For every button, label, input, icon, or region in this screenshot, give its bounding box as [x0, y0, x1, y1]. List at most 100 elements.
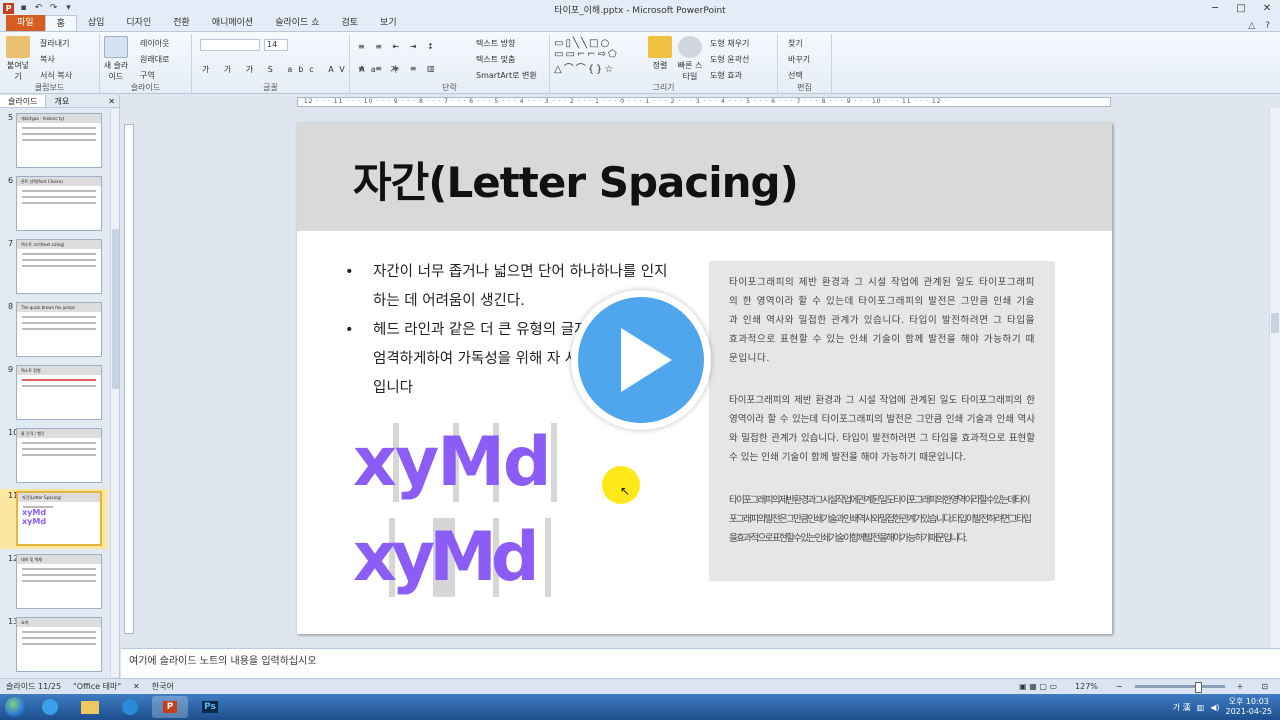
reset-button[interactable]: 원래대로 [140, 54, 169, 65]
edge-icon[interactable] [112, 696, 148, 718]
maximize-button[interactable]: □ [1228, 0, 1254, 16]
theme-name: "Office 테마" [73, 682, 122, 691]
replace-button[interactable]: 바꾸기 [788, 54, 810, 65]
tab-slides[interactable]: 슬라이드 [0, 95, 47, 107]
smartart-button[interactable]: SmartArt로 변환 [476, 70, 537, 81]
slide-title[interactable]: 자간(Letter Spacing) [353, 149, 799, 210]
powerpoint-icon[interactable]: P [152, 696, 188, 718]
quick-styles-button[interactable]: 빠른 스타일 [676, 36, 704, 82]
slide-thumbnail-selected[interactable]: 11 자간(Letter Spacing) xyMd xyMd [0, 489, 108, 549]
photoshop-icon[interactable]: Ps [192, 696, 228, 718]
zoom-out-icon[interactable]: − [1110, 682, 1129, 691]
slide-thumbnail[interactable]: 5 개요(typo - historic ty) [0, 111, 108, 171]
pane-close-icon[interactable]: ✕ [104, 95, 119, 107]
minimize-button[interactable]: ─ [1202, 0, 1228, 16]
slide-counter: 슬라이드 11/25 [6, 682, 62, 691]
start-button[interactable] [0, 694, 30, 720]
shapes-gallery[interactable]: ▭▯╲╲□○ ▭▭⌐⌐⇨⬠ △⌒⌒{}☆ [554, 38, 619, 75]
ribbon-tabs: 파일 홈 삽입 디자인 전환 애니메이션 슬라이드 쇼 검토 보기 △? [0, 15, 1280, 32]
volume-icon[interactable]: ◀) [1210, 703, 1219, 712]
view-buttons[interactable]: ▣ ▦ ▢ ▭ [1013, 682, 1063, 691]
font-name-input[interactable] [200, 39, 260, 51]
clipboard-label: 클립보드 [34, 83, 65, 92]
ribbon-minimize-icon[interactable]: △ [1248, 21, 1255, 31]
paragraph-wide-spacing: 타이포그래피의 제반 환경과 그 시설 작업에 관계된 일도 타이포그래피의 한… [729, 277, 1035, 364]
ribbon: 붙여넣기 잘라내기 복사 서식 복사 클립보드 새 슬라이드 레이아웃 원래대로… [0, 32, 1280, 94]
shape-effects-button[interactable]: 도형 효과 [710, 70, 742, 81]
tab-animations[interactable]: 애니메이션 [201, 15, 264, 31]
folder-icon[interactable] [72, 696, 108, 718]
new-slide-button[interactable]: 새 슬라이드 [102, 36, 130, 82]
zoom-slider[interactable] [1134, 682, 1225, 693]
paragraph-tight-spacing: 타이포그래피의제반환경과그시설작업에관계된일도타이포그래피의한영역이라할수있는데… [729, 495, 1032, 544]
clock[interactable]: 오후 10:03 2021-04-25 [1226, 697, 1273, 717]
slide-thumbnail[interactable]: 12 대비 및 색채 [0, 552, 108, 612]
slides-label: 슬라이드 [130, 83, 161, 92]
layout-button[interactable]: 레이아웃 [140, 38, 169, 49]
editor-scrollbar[interactable] [1269, 108, 1280, 648]
copy-button[interactable]: 복사 [40, 54, 55, 65]
tab-home[interactable]: 홈 [44, 15, 77, 31]
editing-label: 편집 [797, 83, 812, 92]
mouse-pointer-icon: ↖ [620, 484, 631, 498]
video-play-button[interactable] [571, 290, 711, 430]
font-label: 글꼴 [263, 83, 278, 92]
arrange-button[interactable]: 정렬 [646, 36, 674, 71]
drawing-label: 그리기 [652, 83, 675, 92]
slide-thumbnail[interactable]: 8 The quick brown fox jumps [0, 300, 108, 360]
slide-thumbnail[interactable]: 6 폰트 선택(font Choice) [0, 174, 108, 234]
close-button[interactable]: ✕ [1254, 0, 1280, 16]
paragraph-group: ≡ ≡ ⇤ ⇥ ↕ ≡ ≡ ≡ ≡ ▥ 텍스트 방향 텍스트 맞춤 SmartA… [350, 34, 550, 94]
font-size-input[interactable]: 14 [264, 39, 288, 51]
tab-file[interactable]: 파일 [6, 15, 45, 31]
spellcheck-icon[interactable]: ✕ [127, 682, 146, 691]
slide-thumbnail[interactable]: 13 요약 [0, 615, 108, 675]
ime-indicator[interactable]: 가 漢 [1173, 702, 1191, 713]
font-group: 14 가 가 가 S abc AV Aa 가 글꼴 [192, 34, 398, 94]
sample-text-box[interactable]: 타이포그래피의 제반 환경과 그 시설 작업에 관계된 일도 타이포그래피의 한… [709, 261, 1055, 581]
network-icon[interactable]: ▥ [1197, 703, 1205, 712]
notes-pane[interactable]: 여기에 슬라이드 노트의 내용을 입력하십시오 [121, 648, 1280, 678]
paragraph-normal-spacing: 타이포그래피의 제반 환경과 그 시설 작업에 관계된 일도 타이포그래피의 한… [729, 395, 1035, 463]
section-button[interactable]: 구역 [140, 70, 155, 81]
find-button[interactable]: 찾기 [788, 38, 803, 49]
text-direction-button[interactable]: 텍스트 방향 [476, 38, 515, 49]
title-bar: P ▪ ↶ ↷ ▾ 타이포_이해.pptx - Microsoft PowerP… [0, 0, 1280, 16]
select-button[interactable]: 선택 [788, 70, 803, 81]
sample-word-normal: xyMd [353, 423, 557, 502]
align-text-button[interactable]: 텍스트 맞춤 [476, 54, 515, 65]
tab-outline[interactable]: 개요 [46, 95, 77, 107]
thumbnails-scrollbar[interactable] [110, 109, 119, 677]
align-buttons[interactable]: ≡ ≡ ≡ ≡ ▥ [358, 64, 439, 73]
tab-insert[interactable]: 삽입 [77, 15, 116, 31]
status-bar: 슬라이드 11/25 "Office 테마" ✕ 한국어 ▣ ▦ ▢ ▭ 127… [0, 678, 1280, 694]
zoom-level[interactable]: 127% [1069, 682, 1104, 691]
paragraph-label: 단락 [442, 83, 457, 92]
editing-group: 찾기 바꾸기 선택 편집 [778, 34, 832, 94]
slide-thumbnail[interactable]: 10 줄 간격 / 행간 [0, 426, 108, 486]
ie-icon[interactable] [32, 696, 68, 718]
zoom-in-icon[interactable]: + [1231, 682, 1250, 691]
paste-button[interactable]: 붙여넣기 [4, 36, 32, 82]
tab-review[interactable]: 검토 [330, 15, 369, 31]
fit-slide-icon[interactable]: ⊡ [1255, 682, 1274, 691]
list-buttons[interactable]: ≡ ≡ ⇤ ⇥ ↕ [358, 42, 438, 51]
shape-outline-button[interactable]: 도형 윤곽선 [710, 54, 749, 65]
sample-word-tight: xyMd [353, 518, 551, 597]
clipboard-group: 붙여넣기 잘라내기 복사 서식 복사 클립보드 [0, 34, 100, 94]
slide-thumbnail[interactable]: 7 텍스트 크기(text sizing) [0, 237, 108, 297]
tab-slideshow[interactable]: 슬라이드 쇼 [264, 15, 330, 31]
tab-transitions[interactable]: 전환 [162, 15, 201, 31]
slide-thumbnails: 5 개요(typo - historic ty) 6 폰트 선택(font Choi… [0, 109, 108, 677]
format-painter-button[interactable]: 서식 복사 [40, 70, 72, 81]
slide-thumbnail[interactable]: 9 텍스트 정렬 [0, 363, 108, 423]
cut-button[interactable]: 잘라내기 [40, 38, 69, 49]
tab-design[interactable]: 디자인 [115, 15, 162, 31]
play-icon [621, 328, 672, 392]
slides-pane: 슬라이드 개요 ✕ 5 개요(typo - historic ty) 6 폰트 선택… [0, 95, 120, 678]
vertical-ruler [124, 124, 134, 634]
language-indicator[interactable]: 한국어 [146, 681, 180, 692]
help-icon[interactable]: ? [1265, 21, 1270, 31]
tab-view[interactable]: 보기 [369, 15, 408, 31]
shape-fill-button[interactable]: 도형 채우기 [710, 38, 749, 49]
